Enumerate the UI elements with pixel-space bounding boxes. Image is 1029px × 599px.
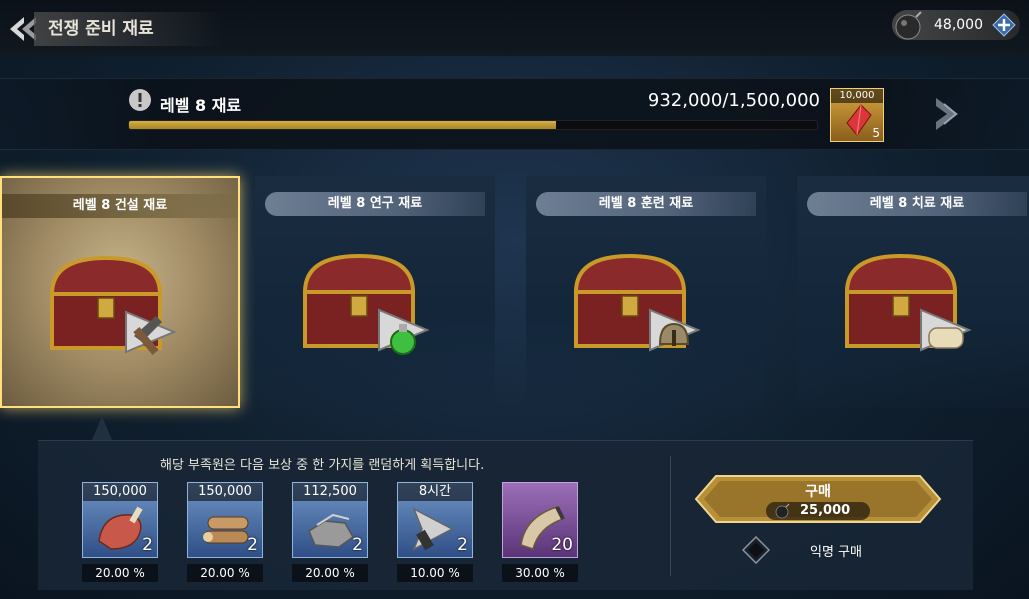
anonymous-purchase-label: 익명 구매 bbox=[810, 545, 862, 560]
buy-price-value: 25,000 bbox=[800, 503, 851, 518]
buy-price: 25,000 bbox=[766, 502, 870, 520]
level-reward-qty: 5 bbox=[872, 126, 880, 140]
panel-divider bbox=[670, 456, 671, 576]
material-card-label: 레벨 8 연구 재료 bbox=[265, 192, 485, 216]
currency-amount: 48,000 bbox=[934, 17, 983, 33]
reward-percent: 30.00 % bbox=[502, 564, 578, 582]
reward-amount: 112,500 bbox=[293, 483, 367, 501]
add-currency-button[interactable] bbox=[992, 13, 1016, 37]
reward-percent: 20.00 % bbox=[292, 564, 368, 582]
wood-icon bbox=[203, 516, 249, 544]
currency-display: 48,000 bbox=[892, 10, 1020, 40]
buy-button-label: 구매 bbox=[805, 484, 831, 500]
material-card[interactable]: 레벨 8 치료 재료 bbox=[797, 176, 1029, 408]
meat-icon bbox=[98, 506, 143, 550]
treasure-chest-icon bbox=[302, 253, 430, 355]
next-level-arrow[interactable] bbox=[932, 94, 964, 134]
reward-qty: 2 bbox=[352, 535, 363, 555]
reward-qty: 2 bbox=[457, 535, 468, 555]
page-title: 전쟁 준비 재료 bbox=[34, 12, 224, 46]
material-card-label: 레벨 8 치료 재료 bbox=[807, 192, 1027, 216]
reward-qty: 20 bbox=[551, 535, 573, 555]
selected-card-pointer bbox=[92, 416, 112, 440]
reward-item[interactable]: 20 bbox=[502, 482, 578, 558]
red-gem-icon bbox=[846, 104, 872, 136]
info-alert-icon[interactable] bbox=[128, 88, 152, 112]
reward-qty: 2 bbox=[247, 535, 258, 555]
level-progress-text: 932,000/1,500,000 bbox=[647, 90, 820, 111]
anonymous-checkbox[interactable] bbox=[742, 536, 770, 564]
treasure-chest-icon bbox=[573, 253, 701, 352]
level-progress-bar bbox=[128, 120, 818, 130]
reward-item[interactable]: 150,000 2 bbox=[82, 482, 158, 558]
material-card[interactable]: 레벨 8 훈련 재료 bbox=[526, 176, 766, 408]
level-reward-value: 10,000 bbox=[831, 89, 883, 103]
bomb-icon bbox=[775, 503, 790, 519]
level-progress-fill bbox=[129, 121, 557, 129]
material-card[interactable]: 레벨 8 연구 재료 bbox=[255, 176, 495, 408]
material-card-label: 레벨 8 훈련 재료 bbox=[536, 192, 756, 216]
reward-percent: 20.00 % bbox=[82, 564, 158, 582]
reward-item[interactable]: 150,000 2 bbox=[187, 482, 263, 558]
material-card[interactable]: 레벨 8 건설 재료 bbox=[0, 176, 240, 408]
reward-percent: 20.00 % bbox=[187, 564, 263, 582]
treasure-chest-icon bbox=[49, 255, 177, 356]
reward-percent: 10.00 % bbox=[397, 564, 473, 582]
reward-amount: 150,000 bbox=[188, 483, 262, 501]
reward-item[interactable]: 112,500 2 bbox=[292, 482, 368, 558]
stone-icon bbox=[308, 513, 354, 548]
rewards-description: 해당 부족원은 다음 보상 중 한 가지를 랜덤하게 획득합니다. bbox=[160, 458, 485, 473]
bomb-icon bbox=[895, 11, 922, 40]
treasure-chest-icon bbox=[844, 253, 972, 352]
speedup-icon bbox=[412, 507, 454, 551]
level-title: 레벨 8 재료 bbox=[160, 96, 242, 115]
reward-item[interactable]: 8시간 2 bbox=[397, 482, 473, 558]
material-card-label: 레벨 8 건설 재료 bbox=[2, 194, 238, 218]
level-reward-item[interactable]: 10,000 5 bbox=[830, 88, 884, 142]
reward-qty: 2 bbox=[142, 535, 153, 555]
reward-amount: 150,000 bbox=[83, 483, 157, 501]
reward-amount: 8시간 bbox=[398, 483, 472, 501]
